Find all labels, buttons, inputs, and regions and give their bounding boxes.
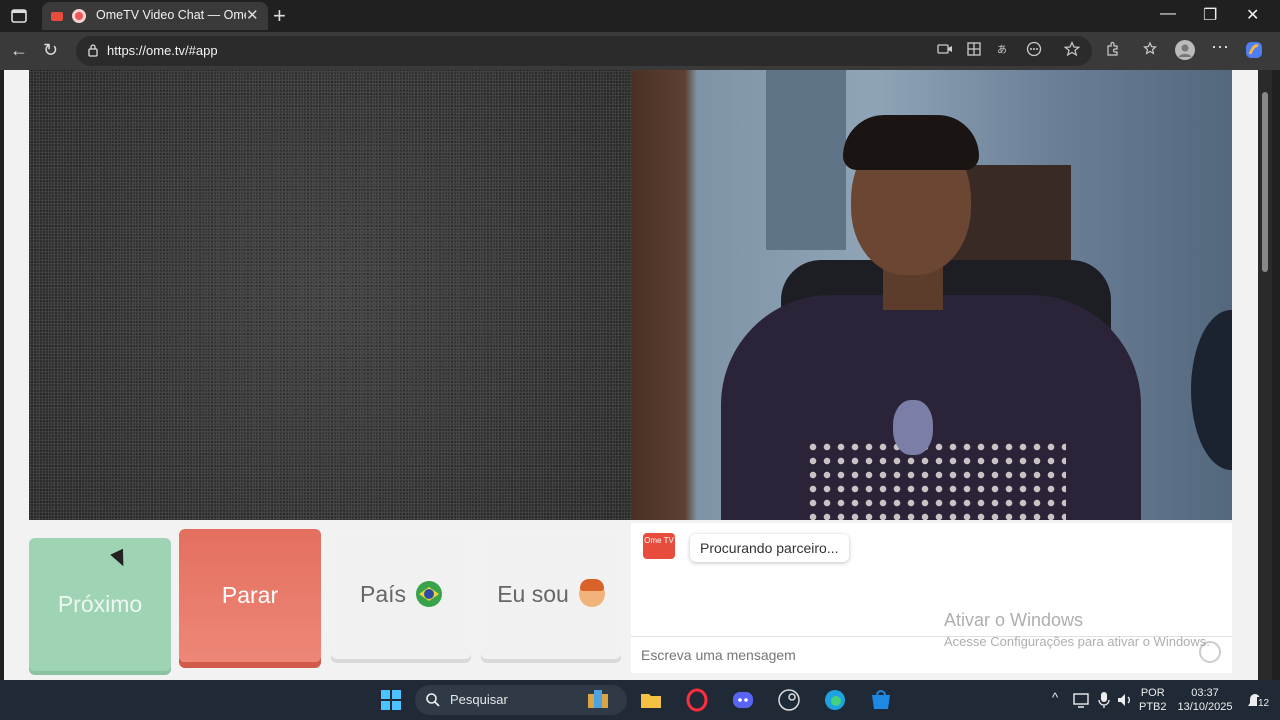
boy-avatar-icon <box>578 579 605 607</box>
store-icon[interactable] <box>869 688 893 712</box>
search-highlight-icon <box>588 690 608 708</box>
reload-icon[interactable]: ↻ <box>43 40 58 61</box>
minimize-icon[interactable]: — <box>1160 5 1176 23</box>
keyboard-layout: PTB2 <box>1139 701 1167 713</box>
microphone-icon[interactable] <box>1096 691 1112 709</box>
opera-gx-icon[interactable] <box>685 688 709 712</box>
restore-icon[interactable]: ❐ <box>1203 5 1217 25</box>
close-tab-icon[interactable]: ✕ <box>246 6 259 24</box>
search-label: Pesquisar <box>450 692 508 707</box>
status-message: Procurando parceiro... <box>690 534 849 562</box>
input-language[interactable]: POR PTB2 <box>1139 686 1167 714</box>
browser-titlebar: OmeTV Video Chat — Omeg ✕ + — ❐ ✕ <box>0 0 1280 32</box>
start-windows-icon[interactable] <box>379 688 403 712</box>
country-button[interactable]: País <box>331 529 471 659</box>
tab-actions-icon[interactable] <box>10 7 28 25</box>
watermark-subtitle: Acesse Configurações para ativar o Windo… <box>944 634 1210 649</box>
i-am-button[interactable]: Eu sou <box>481 529 621 659</box>
new-tab-icon[interactable]: + <box>273 3 286 29</box>
volume-icon[interactable] <box>1116 691 1134 709</box>
tab-title: OmeTV Video Chat — Omeg <box>96 8 246 22</box>
scrollbar-thumb[interactable] <box>1262 92 1268 272</box>
profile-avatar-icon[interactable] <box>1175 40 1195 60</box>
copilot-icon[interactable] <box>1244 40 1264 60</box>
page-scrollbar[interactable] <box>1258 70 1272 680</box>
tab-ometv[interactable]: OmeTV Video Chat — Omeg ✕ <box>42 2 268 30</box>
clock-date: 13/10/2025 <box>1177 701 1233 713</box>
partner-video-static <box>29 70 631 520</box>
browser-toolbar: ← ↻ https://ome.tv/#app あ ⋯ <box>0 32 1280 70</box>
own-webcam-video <box>631 70 1232 520</box>
ometv-logo-text: Ome TV <box>644 536 674 545</box>
brazil-flag-icon <box>416 581 443 607</box>
stop-button-label: Parar <box>221 582 279 608</box>
ometv-logo: Ome TV <box>643 533 675 559</box>
edge-browser-icon[interactable] <box>823 688 847 712</box>
extensions-icon[interactable] <box>1105 41 1121 57</box>
clock[interactable]: 03:37 13/10/2025 <box>1175 686 1235 714</box>
discord-icon[interactable] <box>731 688 755 712</box>
site-info-icon[interactable] <box>86 43 100 57</box>
windows-taskbar: Pesquisar ^ POR PTB2 03:37 13/10/2025 12 <box>0 680 1280 720</box>
language-code: POR <box>1140 687 1165 699</box>
activate-windows-watermark: Ativar o Windows Acesse Configurações pa… <box>944 610 1210 649</box>
show-hidden-icons-icon[interactable]: ^ <box>1052 691 1058 705</box>
tv-favicon-icon <box>51 12 63 21</box>
page-viewport: Próximo Parar País Eu sou Ome TV Procura… <box>4 70 1258 680</box>
clock-time: 03:37 <box>1191 687 1219 699</box>
url-text: https://ome.tv/#app <box>107 43 218 58</box>
i-am-button-label: Eu sou <box>497 580 569 607</box>
file-explorer-icon[interactable] <box>639 688 663 712</box>
steam-icon[interactable] <box>777 688 801 712</box>
notification-count: 12 <box>1257 697 1271 711</box>
close-window-icon[interactable]: ✕ <box>1246 5 1259 25</box>
network-icon[interactable] <box>1072 691 1090 709</box>
stop-button[interactable]: Parar <box>179 529 321 662</box>
camera-in-use-icon[interactable] <box>937 41 953 57</box>
taskbar-search[interactable]: Pesquisar <box>415 685 627 715</box>
svg-text:あ: あ <box>997 44 1007 56</box>
translate-icon[interactable]: あ <box>996 41 1012 57</box>
chat-panel: Ome TV Procurando parceiro... <box>631 523 1232 673</box>
app-available-icon[interactable] <box>966 41 982 57</box>
watermark-title: Ativar o Windows <box>944 610 1084 630</box>
more-page-options-icon[interactable] <box>1026 41 1042 57</box>
settings-menu-icon[interactable]: ⋯ <box>1211 37 1229 58</box>
next-button-label: Próximo <box>57 591 143 617</box>
recording-indicator-icon <box>72 9 86 23</box>
favorite-star-icon[interactable] <box>1064 41 1080 57</box>
favorites-icon[interactable] <box>1143 41 1159 57</box>
next-button[interactable]: Próximo <box>29 538 171 671</box>
search-icon <box>426 693 440 707</box>
back-icon[interactable]: ← <box>10 40 28 61</box>
country-button-label: País <box>359 580 407 607</box>
